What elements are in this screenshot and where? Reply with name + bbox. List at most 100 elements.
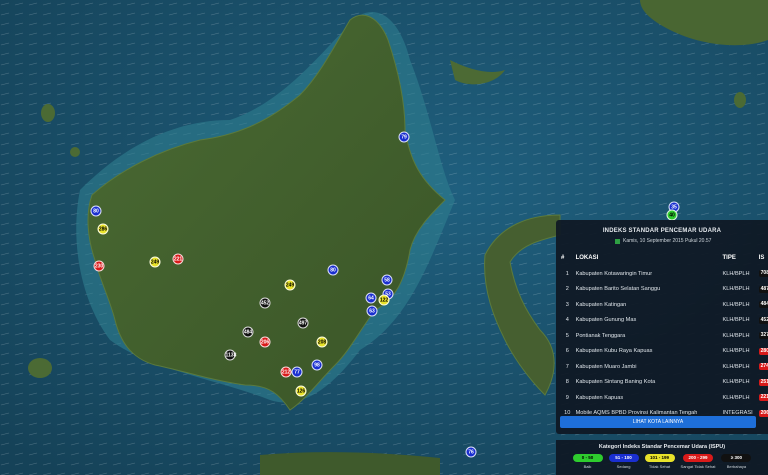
table-row[interactable]: 5 Pontianak Tenggara KLH/BPLH 327 — [560, 328, 768, 344]
see-other-cities-button[interactable]: LIHAT KOTA LAINNYA — [560, 416, 756, 428]
row-number: 4 — [565, 317, 569, 324]
table-row[interactable]: 8 Kabupaten Sintang Baning Kota KLH/BPLH 25… — [560, 375, 768, 391]
row-number: 6 — [565, 348, 569, 355]
row-location: Kabupaten Gunung Mas — [575, 317, 637, 324]
ispu-panel: INDEKS STANDAR PENCEMAR UDARA Kamis, 10 … — [556, 220, 768, 434]
header-type: TIPE — [722, 255, 736, 261]
row-location: Kabupaten Kapuas — [575, 394, 624, 401]
row-ispu-value: 452 — [758, 316, 768, 324]
header-location: LOKASI — [575, 255, 599, 261]
row-ispu-cell: 274 — [758, 359, 768, 375]
row-ispu-cell: 206 — [758, 406, 768, 422]
row-type: KLH/BPLH — [722, 317, 750, 324]
legend-chip: 101 - 199 — [644, 454, 675, 462]
row-ispu-value: 487 — [758, 285, 768, 293]
legend-label: Berbahaya — [726, 464, 747, 469]
table-row[interactable]: 2 Kabupaten Barito Selatan Sanggu KLH/BPLH… — [560, 282, 768, 298]
station-marker[interactable]: 230 — [93, 260, 105, 272]
row-ispu-value: 221 — [758, 394, 768, 402]
row-number: 2 — [565, 286, 569, 293]
row-number: 8 — [565, 379, 569, 386]
legend-item: 101 - 199 Tidak Sehat — [644, 454, 675, 469]
station-marker[interactable]: 208 — [316, 336, 328, 348]
row-ispu-value: 274 — [758, 363, 768, 371]
station-marker[interactable]: 212 — [280, 366, 292, 378]
table-row[interactable]: 6 Kabupaten Kubu Raya Kapuas KLH/BPLH 280 — [560, 344, 768, 360]
row-ispu-cell: 452 — [758, 313, 768, 329]
row-type: KLH/BPLH — [722, 394, 750, 401]
station-marker[interactable]: 1138 — [224, 349, 236, 361]
row-ispu-cell: 327 — [758, 328, 768, 344]
header-ispu: IS — [758, 255, 765, 261]
legend-item: ≥ 300 Berbahaya — [721, 454, 752, 469]
station-marker[interactable]: 249 — [149, 256, 161, 268]
row-type: KLH/BPLH — [722, 286, 750, 293]
station-marker[interactable]: 221 — [172, 253, 184, 265]
table-row[interactable]: 7 Kabupaten Muaro Jambi KLH/BPLH 274 — [560, 359, 768, 375]
row-type: KLH/BPLH — [722, 348, 750, 355]
row-type: KLH/BPLH — [722, 301, 750, 308]
station-marker[interactable]: 76 — [465, 446, 477, 458]
station-marker[interactable]: 80 — [327, 264, 339, 276]
station-marker[interactable]: 77 — [291, 366, 303, 378]
row-ispu-value: 327 — [758, 332, 768, 340]
station-marker[interactable]: 80 — [90, 205, 102, 217]
row-number: 5 — [565, 332, 569, 339]
row-type: KLH/BPLH — [722, 363, 750, 370]
legend-chip: 51 - 100 — [608, 454, 639, 462]
station-marker[interactable]: 126 — [295, 385, 307, 397]
legend-label: Tidak Sehat — [648, 464, 671, 469]
station-marker[interactable]: 497 — [297, 317, 309, 329]
station-marker[interactable]: 40 — [666, 209, 678, 221]
ispu-table: # LOKASI TIPE IS 1 Kabupaten Kotawaringin… — [560, 250, 768, 421]
panel-date: Kamis, 10 September 2015 Pukul 20.57 — [615, 238, 768, 244]
row-type: KLH/BPLH — [722, 270, 750, 277]
row-type: KLH/BPLH — [722, 332, 750, 339]
legend-label: Sangat Tidak Sehat — [680, 464, 716, 469]
panel-title: INDEKS STANDAR PENCEMAR UDARA — [602, 228, 722, 234]
table-row[interactable]: 4 Kabupaten Gunung Mas KLH/BPLH 452 — [560, 313, 768, 329]
row-ispu-cell: 221 — [758, 390, 768, 406]
table-row[interactable]: 1 Kabupaten Kotawaringin Timur KLH/BPLH 708 — [560, 266, 768, 282]
row-number: 3 — [565, 301, 569, 308]
station-marker[interactable]: 249 — [284, 279, 296, 291]
station-marker[interactable]: 286 — [97, 223, 109, 235]
table-body: 1 Kabupaten Kotawaringin Timur KLH/BPLH 708… — [560, 266, 768, 421]
row-ispu-cell: 484 — [758, 297, 768, 313]
table-header: # LOKASI TIPE IS — [560, 250, 768, 266]
legend-chip: 0 - 50 — [572, 454, 603, 462]
row-ispu-value: 280 — [758, 347, 768, 355]
legend-title: Kategori Indeks Standar Pencemar Udara (… — [598, 444, 726, 450]
station-marker[interactable]: 58 — [381, 274, 393, 286]
row-location: Kabupaten Barito Selatan Sanggu — [575, 286, 661, 293]
calendar-icon — [615, 238, 620, 244]
row-location: Kabupaten Katingan — [575, 301, 627, 308]
row-ispu-cell: 708 — [758, 266, 768, 282]
row-ispu-value: 708 — [758, 270, 768, 278]
header-num: # — [561, 255, 565, 261]
station-marker[interactable]: 452 — [259, 297, 271, 309]
station-marker[interactable]: 484 — [242, 326, 254, 338]
row-location: Pontianak Tenggara — [575, 332, 626, 339]
station-marker[interactable]: 206 — [259, 336, 271, 348]
table-row[interactable]: 3 Kabupaten Katingan KLH/BPLH 484 — [560, 297, 768, 313]
row-ispu-cell: 251 — [758, 375, 768, 391]
station-marker[interactable]: 98 — [311, 359, 323, 371]
row-number: 9 — [565, 394, 569, 401]
station-marker[interactable]: 64 — [365, 292, 377, 304]
legend-label: Sedang — [616, 464, 631, 469]
row-number: 1 — [565, 270, 569, 277]
table-row[interactable]: 9 Kabupaten Kapuas KLH/BPLH 221 — [560, 390, 768, 406]
row-location: Kabupaten Kubu Raya Kapuas — [575, 348, 653, 355]
legend-label: Baik — [583, 464, 592, 469]
legend-chip: 200 - 299 — [682, 454, 713, 462]
row-location: Kabupaten Kotawaringin Timur — [575, 270, 653, 277]
station-marker[interactable]: 79 — [398, 131, 410, 143]
station-marker[interactable]: 63 — [366, 305, 378, 317]
legend-item: 200 - 299 Sangat Tidak Sehat — [680, 454, 716, 469]
legend-items: 0 - 50 Baik 51 - 100 Sedang 101 - 199 Tidak S… — [556, 454, 768, 469]
panel-date-text: Kamis, 10 September 2015 Pukul 20.57 — [623, 238, 712, 244]
station-marker[interactable]: 122 — [378, 294, 390, 306]
row-type: KLH/BPLH — [722, 379, 750, 386]
row-ispu-value: 206 — [758, 409, 768, 417]
